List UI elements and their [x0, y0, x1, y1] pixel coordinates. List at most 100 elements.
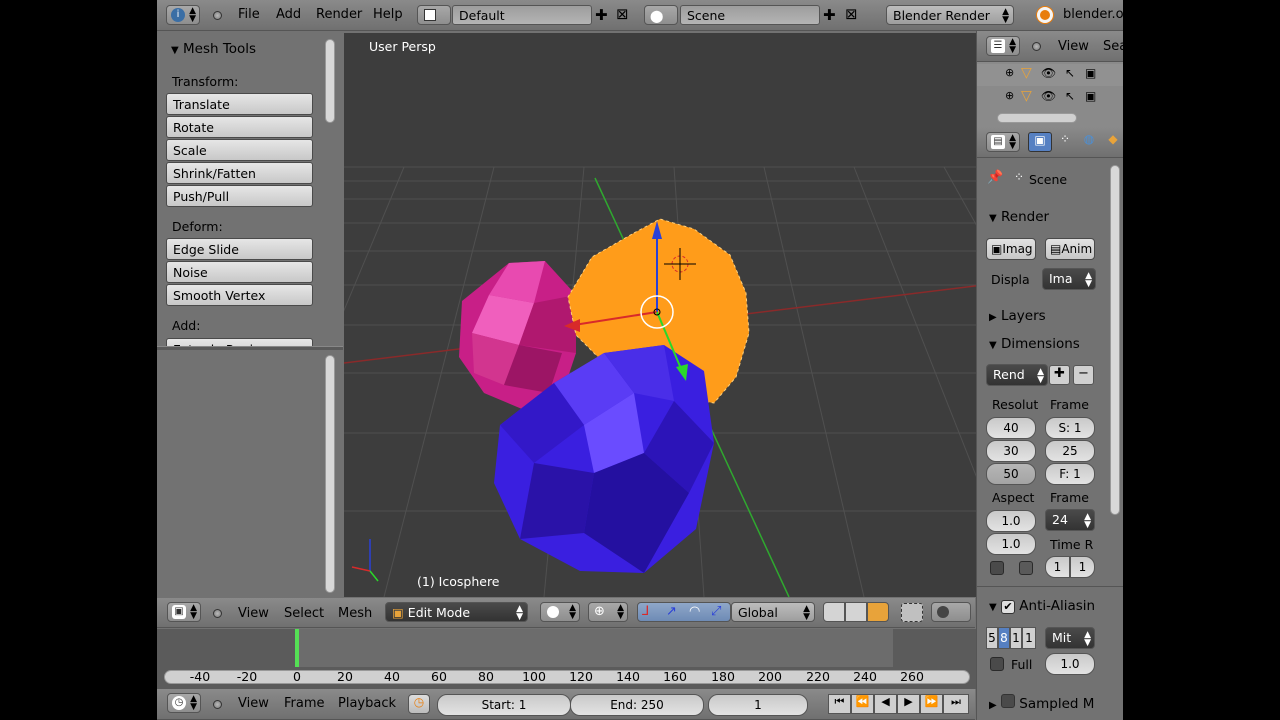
motion-blur-checkbox-icon[interactable] — [1001, 694, 1015, 708]
eye-icon[interactable]: 👁 — [1041, 66, 1056, 80]
menu-mesh[interactable]: Mesh — [338, 606, 372, 621]
outliner-row[interactable]: ⊕ ▽ 👁 ↖ ▣ — [977, 87, 1123, 109]
edge-slide-button[interactable]: Edge Slide — [166, 238, 313, 260]
render-preset-select[interactable]: Rend ▲ ▼ — [986, 364, 1048, 386]
layers-panel-header[interactable]: ▶ Layers — [989, 308, 1046, 324]
outliner-editor-type-button[interactable]: ☰ ▲ ▼ — [986, 36, 1020, 56]
collapse-menu-icon[interactable] — [213, 11, 222, 20]
jump-start-icon[interactable]: ⏮ — [828, 694, 851, 714]
extrude-region-button[interactable]: Extrude Region — [166, 338, 313, 346]
menu-add[interactable]: Add — [276, 7, 301, 22]
editor-type-button[interactable]: i ▲ ▼ — [166, 5, 200, 25]
screen-layout-icon-button[interactable] — [417, 5, 451, 25]
collapse-menu-icon[interactable] — [213, 609, 222, 618]
resolution-x-field[interactable]: 40 — [986, 417, 1036, 439]
face-select-icon[interactable] — [867, 602, 889, 622]
remove-preset-icon[interactable]: − — [1073, 365, 1094, 385]
next-keyframe-icon[interactable]: ⏩ — [920, 694, 943, 714]
resolution-y-field[interactable]: 30 — [986, 440, 1036, 462]
timeline-editor-type-button[interactable]: ◷ ▲ ▼ — [167, 693, 201, 713]
resolution-percent-field[interactable]: 50 — [986, 463, 1036, 485]
aa-checkbox-icon[interactable]: ✔ — [1001, 600, 1015, 614]
end-frame-field[interactable]: End: 250 — [570, 694, 704, 716]
menu-render[interactable]: Render — [316, 7, 362, 22]
frame-start-field[interactable]: S: 1 — [1045, 417, 1095, 439]
outliner-row[interactable]: ⊕ ▽ 👁 ↖ ▣ — [977, 64, 1123, 86]
translate-manipulator-icon[interactable]: ↗ — [666, 604, 677, 619]
noise-button[interactable]: Noise — [166, 261, 313, 283]
add-preset-icon[interactable]: ✚ — [1049, 365, 1070, 385]
pivot-point-button[interactable]: ⊕ ▲ ▼ — [588, 602, 628, 622]
aa-filter-select[interactable]: Mit ▲ ▼ — [1045, 627, 1095, 649]
start-frame-field[interactable]: Start: 1 — [437, 694, 571, 716]
collapse-menu-icon[interactable] — [213, 700, 222, 709]
time-remap-new-field[interactable]: 1 — [1070, 556, 1095, 578]
render-animation-button[interactable]: ▤Anim — [1045, 238, 1095, 260]
add-scene-icon[interactable]: ✚ — [823, 6, 836, 24]
menu-help[interactable]: Help — [373, 7, 403, 22]
filter-size-field[interactable]: 1.0 — [1045, 653, 1095, 675]
viewport-shading-button[interactable]: ▲ ▼ — [540, 602, 580, 622]
mode-select[interactable]: ▣ Edit Mode ▲ ▼ — [385, 602, 528, 622]
render-panel-header[interactable]: ▼ Render — [989, 209, 1049, 225]
3d-editor-type-button[interactable]: ▣ ▲ ▼ — [167, 602, 201, 622]
play-reverse-icon[interactable]: ◀ — [874, 694, 897, 714]
menu-frame[interactable]: Frame — [284, 696, 325, 711]
time-remap-old-field[interactable]: 1 — [1045, 556, 1070, 578]
rotate-button[interactable]: Rotate — [166, 116, 313, 138]
properties-scrollbar[interactable] — [1110, 165, 1120, 515]
scale-button[interactable]: Scale — [166, 139, 313, 161]
remove-scene-icon[interactable]: ⊠ — [845, 5, 858, 23]
frame-step-field[interactable]: F: 1 — [1045, 463, 1095, 485]
operator-panel-scrollbar[interactable] — [325, 355, 335, 593]
display-select[interactable]: Ima ▲ ▼ — [1042, 268, 1096, 290]
blender-link[interactable]: blender.or — [1063, 7, 1123, 22]
mesh-tools-panel-header[interactable]: ▼ Mesh Tools — [171, 41, 256, 57]
render-image-button[interactable]: ▣Imag — [986, 238, 1036, 260]
menu-view[interactable]: View — [1058, 39, 1089, 54]
preview-range-icon[interactable]: ◷ — [408, 694, 430, 714]
menu-view[interactable]: View — [238, 696, 269, 711]
timeline-scrollbar[interactable] — [164, 670, 970, 684]
properties-editor-type-button[interactable]: ▤ ▲ ▼ — [986, 132, 1020, 152]
aa-sample-5[interactable]: 5 — [986, 627, 998, 649]
translate-button[interactable]: Translate — [166, 93, 313, 115]
jump-end-icon[interactable]: ⏭ — [943, 694, 969, 714]
tool-shelf-scrollbar[interactable] — [325, 39, 335, 123]
cursor-select-icon[interactable]: ↖ — [1065, 89, 1075, 103]
eye-icon[interactable]: 👁 — [1041, 89, 1056, 103]
vertex-select-icon[interactable] — [823, 602, 845, 622]
pin-icon[interactable]: 📌 — [987, 170, 1003, 185]
scene-context-icon[interactable]: ⁘ — [1054, 132, 1076, 152]
menu-view[interactable]: View — [238, 606, 269, 621]
edge-select-icon[interactable] — [845, 602, 867, 622]
aa-sample-16[interactable]: 1 — [1022, 627, 1036, 649]
sampled-motion-blur-panel-header[interactable]: ▶ Sampled M — [989, 694, 1094, 712]
cursor-select-icon[interactable]: ↖ — [1065, 66, 1075, 80]
outliner-scrollbar[interactable] — [997, 113, 1077, 123]
aspect-y-field[interactable]: 1.0 — [986, 533, 1036, 555]
frame-end-field[interactable]: 25 — [1045, 440, 1095, 462]
object-context-icon[interactable]: ◆ — [1102, 132, 1123, 152]
render-visibility-icon[interactable]: ▣ — [1085, 89, 1096, 103]
aspect-x-field[interactable]: 1.0 — [986, 510, 1036, 532]
menu-select[interactable]: Select — [284, 606, 324, 621]
frame-rate-select[interactable]: 24 ▲ ▼ — [1045, 509, 1095, 531]
limit-selection-icon[interactable] — [901, 603, 923, 622]
menu-search[interactable]: Sea — [1103, 39, 1123, 54]
play-icon[interactable]: ▶ — [897, 694, 920, 714]
scene-field[interactable]: Scene — [680, 5, 820, 25]
screen-layout-field[interactable]: Default — [452, 5, 592, 25]
aa-sample-8[interactable]: 8 — [998, 627, 1010, 649]
scale-manipulator-icon[interactable]: ⤢ — [711, 604, 721, 619]
shrink-fatten-button[interactable]: Shrink/Fatten — [166, 162, 313, 184]
current-frame-field[interactable]: 1 — [708, 694, 808, 716]
dimensions-panel-header[interactable]: ▼ Dimensions — [989, 336, 1080, 352]
add-layout-icon[interactable]: ✚ — [595, 6, 608, 24]
current-frame-indicator[interactable] — [295, 629, 299, 667]
border-checkbox[interactable] — [990, 561, 1004, 575]
scene-icon-button[interactable]: ⬤ — [644, 5, 678, 25]
aa-sample-11[interactable]: 1 — [1010, 627, 1022, 649]
prev-keyframe-icon[interactable]: ⏪ — [851, 694, 874, 714]
world-context-icon[interactable]: ◍ — [1078, 132, 1100, 152]
